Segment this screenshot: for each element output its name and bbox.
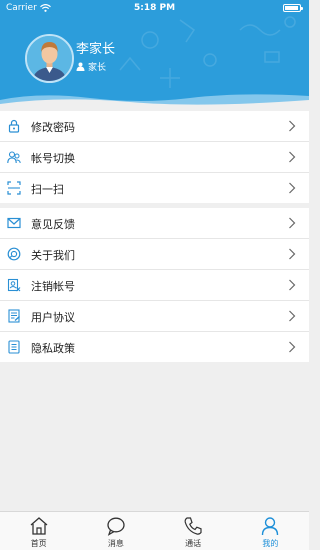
parent-role-icon xyxy=(76,62,85,71)
menu-item-label: 意见反馈 xyxy=(31,218,75,231)
menu-item-label: 修改密码 xyxy=(31,121,75,134)
close-account-icon xyxy=(7,278,21,292)
menu-item-change-password[interactable]: 修改密码 xyxy=(0,111,309,142)
chevron-right-icon xyxy=(289,341,296,353)
menu-item-label: 帐号切换 xyxy=(31,152,75,165)
chevron-right-icon xyxy=(289,151,296,163)
tab-home[interactable]: 首页 xyxy=(0,512,77,550)
chevron-right-icon xyxy=(289,310,296,322)
tab-label: 通话 xyxy=(185,539,202,548)
menu-item-label: 隐私政策 xyxy=(31,342,75,355)
phone-icon xyxy=(184,517,202,535)
menu-item-privacy-policy[interactable]: 隐私政策 xyxy=(0,332,309,362)
profile-icon xyxy=(262,517,279,536)
menu-item-switch-account[interactable]: 帐号切换 xyxy=(0,142,309,173)
menu-item-label: 关于我们 xyxy=(31,249,75,262)
tab-profile[interactable]: 我的 xyxy=(232,512,309,550)
switch-account-icon xyxy=(7,151,21,164)
user-role-label: 家长 xyxy=(88,63,107,73)
status-bar: Carrier 5:18 PM xyxy=(0,0,309,18)
home-icon xyxy=(30,517,48,535)
chevron-right-icon xyxy=(289,279,296,291)
scan-icon xyxy=(7,181,21,195)
status-time: 5:18 PM xyxy=(133,3,176,13)
chevron-right-icon xyxy=(289,182,296,194)
settings-group-info: 意见反馈 关于我们 注销帐号 用户协议 隐私政策 xyxy=(0,208,309,362)
privacy-icon xyxy=(8,340,20,354)
profile-header: Carrier 5:18 PM 李家长 家长 xyxy=(0,0,309,108)
header-wave xyxy=(0,94,309,108)
tab-messages[interactable]: 消息 xyxy=(77,512,154,550)
lock-icon xyxy=(8,119,20,133)
menu-item-user-agreement[interactable]: 用户协议 xyxy=(0,301,309,332)
menu-item-about-us[interactable]: 关于我们 xyxy=(0,239,309,270)
menu-item-label: 用户协议 xyxy=(31,311,75,324)
menu-item-label: 扫一扫 xyxy=(31,183,64,196)
user-role: 家长 xyxy=(76,60,106,73)
tab-label: 我的 xyxy=(262,539,279,548)
menu-item-scan[interactable]: 扫一扫 xyxy=(0,173,309,203)
tab-calls[interactable]: 通话 xyxy=(155,512,232,550)
chevron-right-icon xyxy=(289,248,296,260)
message-icon xyxy=(107,517,125,536)
user-avatar-icon xyxy=(27,36,72,81)
settings-group-account: 修改密码 帐号切换 扫一扫 xyxy=(0,111,309,203)
menu-item-close-account[interactable]: 注销帐号 xyxy=(0,270,309,301)
mail-icon xyxy=(7,217,21,229)
bottom-tab-bar: 首页 消息 通话 我的 xyxy=(0,511,309,550)
info-icon xyxy=(7,247,21,261)
avatar[interactable] xyxy=(25,34,74,83)
agreement-icon xyxy=(8,309,20,323)
menu-item-label: 注销帐号 xyxy=(31,280,75,293)
chevron-right-icon xyxy=(289,120,296,132)
tab-label: 首页 xyxy=(30,539,47,548)
battery-icon xyxy=(283,4,303,12)
menu-item-feedback[interactable]: 意见反馈 xyxy=(0,208,309,239)
user-name: 李家长 xyxy=(76,42,116,57)
tab-label: 消息 xyxy=(107,539,124,548)
chevron-right-icon xyxy=(289,217,296,229)
